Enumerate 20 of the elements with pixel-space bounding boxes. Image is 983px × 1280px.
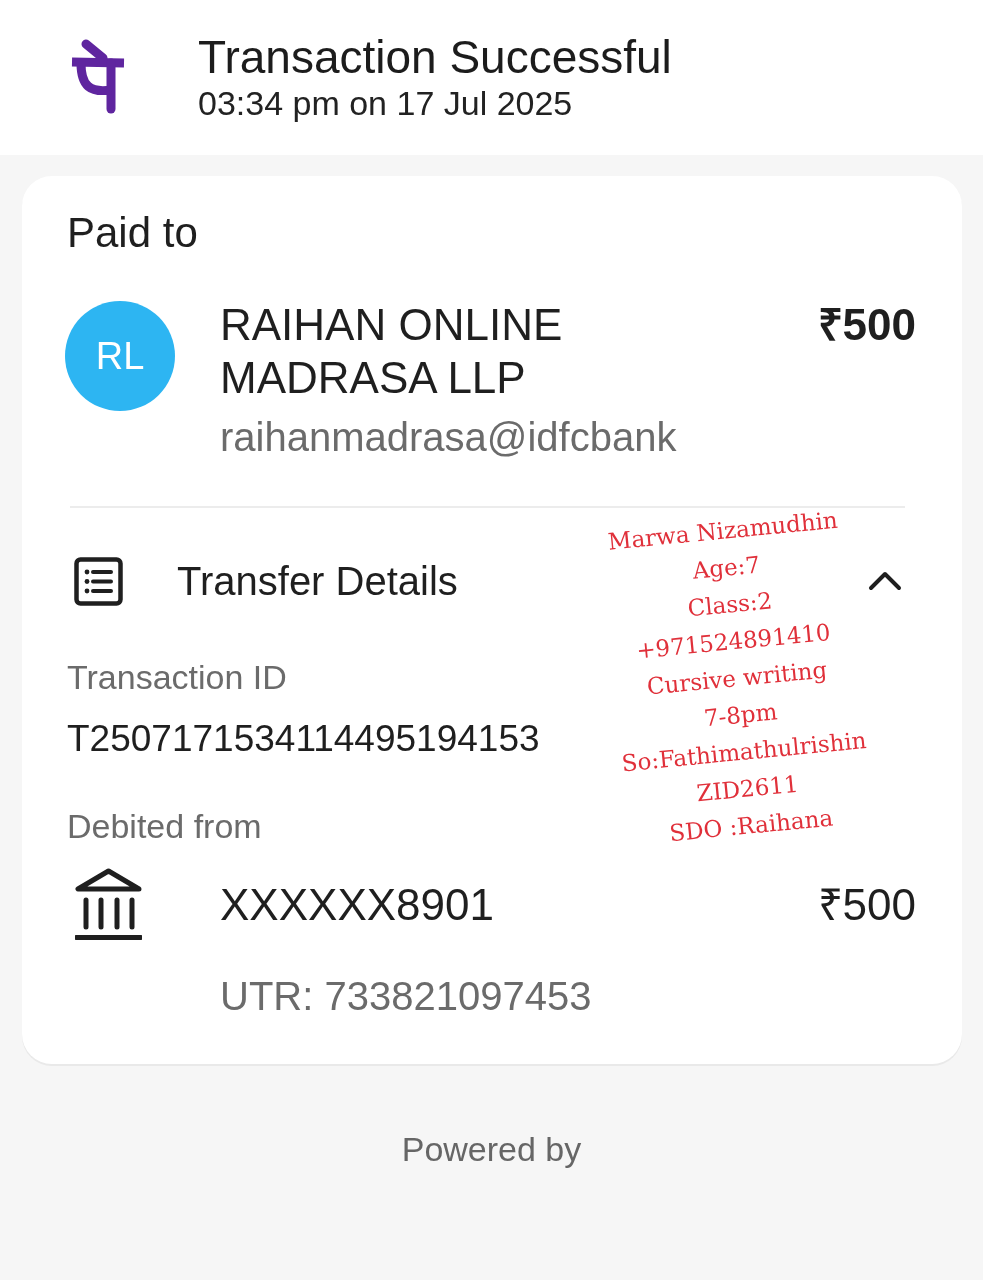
paid-amount: ₹500 <box>817 299 916 351</box>
powered-by-text: Powered by <box>401 1129 582 1169</box>
page-title: Transaction Successful <box>198 31 672 83</box>
field-label: Transaction ID <box>67 657 287 697</box>
payee-name: RAIHAN ONLINE MADRASA LLP <box>220 299 564 404</box>
bank-icon <box>75 868 142 940</box>
account-number: XXXXXX8901 <box>220 878 494 931</box>
section-title: Transfer Details <box>177 558 458 605</box>
debit-amount: ₹500 <box>817 878 916 931</box>
note-line: 7-8pm <box>702 697 779 733</box>
field-label: Debited from <box>67 806 262 846</box>
list-icon <box>74 556 123 606</box>
transaction-id: T2507171534114495194153 <box>67 717 540 761</box>
utr-number: UTR: 733821097453 <box>220 973 592 1020</box>
payee-upi-id: raihanmadrasa@idfcbank <box>220 414 677 461</box>
timestamp: 03:34 pm on 17 Jul 2025 <box>198 83 573 123</box>
logo-icon <box>70 38 126 114</box>
chevron-up-icon[interactable] <box>868 571 902 591</box>
payee-avatar: RL <box>65 301 175 411</box>
paid-to-label: Paid to <box>67 208 198 258</box>
